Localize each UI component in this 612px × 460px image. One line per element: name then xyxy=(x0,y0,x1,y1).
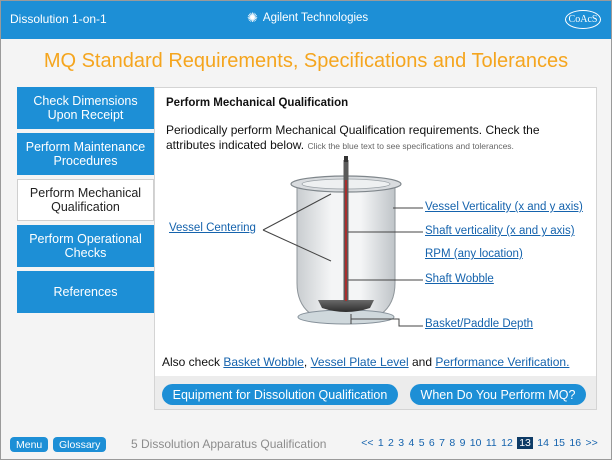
link-performance-verification[interactable]: Performance Verification. xyxy=(435,355,569,369)
vessel-illustration xyxy=(290,156,402,325)
sidebar-nav: Check Dimensions Upon Receipt Perform Ma… xyxy=(17,87,154,317)
link-vessel-centering[interactable]: Vessel Centering xyxy=(169,222,256,234)
when-perform-mq-button[interactable]: When Do You Perform MQ? xyxy=(410,384,586,405)
nav-perform-operational-checks[interactable]: Perform Operational Checks xyxy=(17,225,154,267)
also-check-comma: , xyxy=(303,355,308,369)
page-link-3[interactable]: 3 xyxy=(398,437,404,449)
plate-base xyxy=(297,309,395,325)
pager-next-button[interactable]: >> xyxy=(585,437,597,449)
page-link-11[interactable]: 11 xyxy=(486,437,497,449)
nav-check-dimensions[interactable]: Check Dimensions Upon Receipt xyxy=(17,87,154,129)
equipment-for-dissolution-button[interactable]: Equipment for Dissolution Qualification xyxy=(162,384,398,405)
page-link-6[interactable]: 6 xyxy=(429,437,435,449)
page-link-5[interactable]: 5 xyxy=(419,437,425,449)
page-link-13[interactable]: 13 xyxy=(517,437,533,449)
also-check-prefix: Also check xyxy=(162,355,221,369)
page-link-2[interactable]: 2 xyxy=(388,437,394,449)
page-link-12[interactable]: 12 xyxy=(501,437,513,449)
glossary-button[interactable]: Glossary xyxy=(53,437,107,452)
link-basket-wobble[interactable]: Basket Wobble xyxy=(223,355,304,369)
pager-prev-button[interactable]: << xyxy=(361,437,373,449)
nav-perform-maintenance[interactable]: Perform Maintenance Procedures xyxy=(17,133,154,175)
coacs-logo: CoAcS xyxy=(565,10,601,29)
also-check-line: Also check Basket Wobble, Vessel Plate L… xyxy=(162,355,569,369)
nav-references[interactable]: References xyxy=(17,271,154,313)
content-card: Perform Mechanical Qualification Periodi… xyxy=(155,88,596,376)
brand-logo: ✺ Agilent Technologies xyxy=(247,10,369,25)
section-label: 5 Dissolution Apparatus Qualification xyxy=(131,437,327,451)
shaft-cap xyxy=(344,156,348,162)
nav-perform-mechanical-qualification[interactable]: Perform Mechanical Qualification xyxy=(17,179,154,221)
also-check-and: and xyxy=(411,355,432,369)
page-link-1[interactable]: 1 xyxy=(378,437,384,449)
page-link-7[interactable]: 7 xyxy=(439,437,445,449)
top-bar: Dissolution 1-on-1 ✺ Agilent Technologie… xyxy=(1,1,611,39)
pagination: << 1 2 3 4 5 6 7 8 9 10 11 12 13 14 15 16 >> xyxy=(359,437,600,449)
brand-name: Agilent Technologies xyxy=(262,12,369,24)
link-shaft-verticality[interactable]: Shaft verticality (x and y axis) xyxy=(425,225,575,237)
link-rpm[interactable]: RPM (any location) xyxy=(425,248,523,260)
bottom-bar: Menu Glossary 5 Dissolution Apparatus Qu… xyxy=(1,431,611,459)
page-title: MQ Standard Requirements, Specifications… xyxy=(43,50,569,72)
link-vessel-plate-level[interactable]: Vessel Plate Level xyxy=(311,355,409,369)
page-link-16[interactable]: 16 xyxy=(569,437,581,449)
page-link-15[interactable]: 15 xyxy=(553,437,565,449)
page-link-10[interactable]: 10 xyxy=(470,437,482,449)
link-vessel-verticality[interactable]: Vessel Verticality (x and y axis) xyxy=(425,201,583,213)
link-basket-paddle-depth[interactable]: Basket/Paddle Depth xyxy=(425,318,533,330)
app-title: Dissolution 1-on-1 xyxy=(10,12,107,26)
page-link-14[interactable]: 14 xyxy=(537,437,549,449)
content-panel: Perform Mechanical Qualification Periodi… xyxy=(154,87,597,410)
page-link-9[interactable]: 9 xyxy=(460,437,466,449)
menu-button[interactable]: Menu xyxy=(10,437,49,452)
page-link-8[interactable]: 8 xyxy=(449,437,455,449)
link-shaft-wobble[interactable]: Shaft Wobble xyxy=(425,273,494,285)
agilent-spark-icon: ✺ xyxy=(247,10,258,25)
app-window: Dissolution 1-on-1 ✺ Agilent Technologie… xyxy=(0,0,612,460)
page-link-4[interactable]: 4 xyxy=(408,437,414,449)
